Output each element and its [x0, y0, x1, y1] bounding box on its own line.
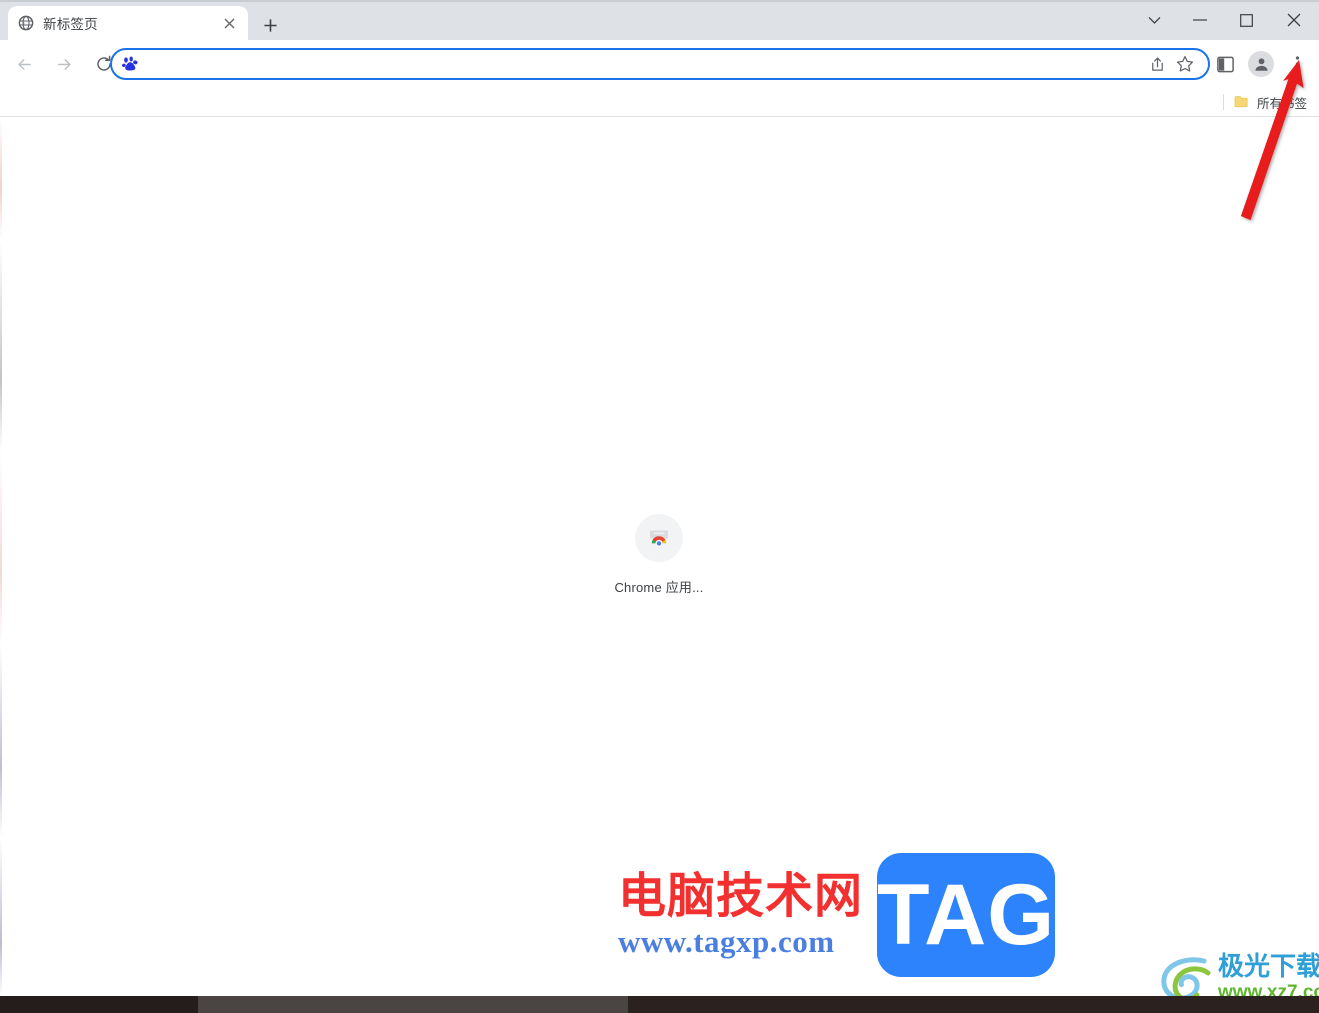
all-bookmarks-button[interactable]: 所有书签	[1234, 93, 1307, 112]
tab-title: 新标签页	[43, 17, 98, 32]
baidu-paw-icon	[120, 54, 140, 74]
person-icon	[1254, 57, 1268, 71]
folder-icon	[1234, 96, 1248, 108]
maximize-button[interactable]	[1223, 0, 1269, 40]
chevron-down-icon	[1148, 16, 1160, 24]
bookmarks-separator	[1222, 94, 1224, 110]
watermark-xz7-title: 极光下载站	[1218, 952, 1319, 983]
profile-button[interactable]	[1245, 48, 1277, 80]
watermark-xz7-url: www.xz7.com	[1218, 981, 1319, 996]
aurora-swirl-icon	[1161, 957, 1211, 996]
shortcut-tile-chrome-apps[interactable]: Chrome 应用...	[614, 514, 704, 596]
taskbar-segment-left	[0, 996, 198, 1013]
window-controls	[1131, 0, 1319, 40]
page-left-edge-artifact	[0, 117, 2, 996]
star-glyph	[1176, 55, 1194, 72]
watermark-tagxp-title: 电脑技术网	[618, 867, 864, 924]
bookmarks-bar: 所有书签	[0, 88, 1319, 116]
watermark-tagxp-url: www.tagxp.com	[618, 924, 835, 960]
address-input[interactable]	[146, 52, 1142, 76]
avatar	[1248, 51, 1274, 77]
close-icon	[1287, 13, 1301, 27]
minimize-icon	[1193, 19, 1207, 21]
new-tab-button[interactable]	[256, 11, 284, 39]
new-tab-page: Chrome 应用... 电脑技术网 www.tagxp.com TAG 极光下…	[0, 117, 1319, 996]
tab-close-icon[interactable]	[220, 14, 238, 32]
globe-icon	[18, 15, 34, 31]
watermark-xz7: 极光下载站 www.xz7.com	[1158, 953, 1319, 996]
chrome-web-store-icon	[650, 530, 668, 547]
close-x-glyph	[224, 18, 234, 28]
share-glyph	[1151, 56, 1163, 71]
side-panel-glyph	[1216, 56, 1234, 72]
back-button[interactable]	[8, 48, 40, 80]
watermark-tagxp-text: 电脑技术网 www.tagxp.com	[618, 867, 864, 960]
share-icon[interactable]	[1144, 51, 1170, 77]
forward-button[interactable]	[48, 48, 80, 80]
bookmark-star-icon[interactable]	[1172, 51, 1198, 77]
watermark-tag-badge-text: TAG	[876, 867, 1056, 963]
watermark-xz7-text: 极光下载站 www.xz7.com	[1218, 954, 1319, 996]
arrow-right-icon	[57, 58, 71, 70]
taskbar-segment-right	[628, 996, 1319, 1013]
chrome-menu-button[interactable]	[1281, 48, 1313, 80]
minimize-button[interactable]	[1177, 0, 1223, 40]
taskbar-segment-middle	[198, 996, 628, 1013]
watermark-tagxp: 电脑技术网 www.tagxp.com TAG	[618, 853, 1056, 977]
shortcut-label: Chrome 应用...	[614, 580, 704, 595]
arrow-left-icon	[17, 58, 31, 70]
side-panel-icon[interactable]	[1209, 48, 1241, 80]
tab-search-button[interactable]	[1131, 0, 1177, 40]
address-bar[interactable]	[110, 48, 1210, 80]
three-dots-icon	[1295, 56, 1299, 72]
toolbar-right-actions	[1207, 48, 1315, 80]
plus-icon	[263, 18, 277, 32]
baidu-paw-glyph	[121, 56, 137, 70]
close-window-button[interactable]	[1269, 0, 1319, 40]
browser-tab-active[interactable]: 新标签页	[8, 6, 248, 40]
tab-strip: 新标签页	[0, 0, 1319, 40]
watermark-tag-badge: TAG	[876, 853, 1056, 977]
maximize-icon	[1239, 13, 1253, 27]
desktop-taskbar-sliver	[0, 996, 1319, 1013]
all-bookmarks-label: 所有书签	[1256, 96, 1307, 111]
shortcut-icon-circle	[635, 514, 683, 562]
